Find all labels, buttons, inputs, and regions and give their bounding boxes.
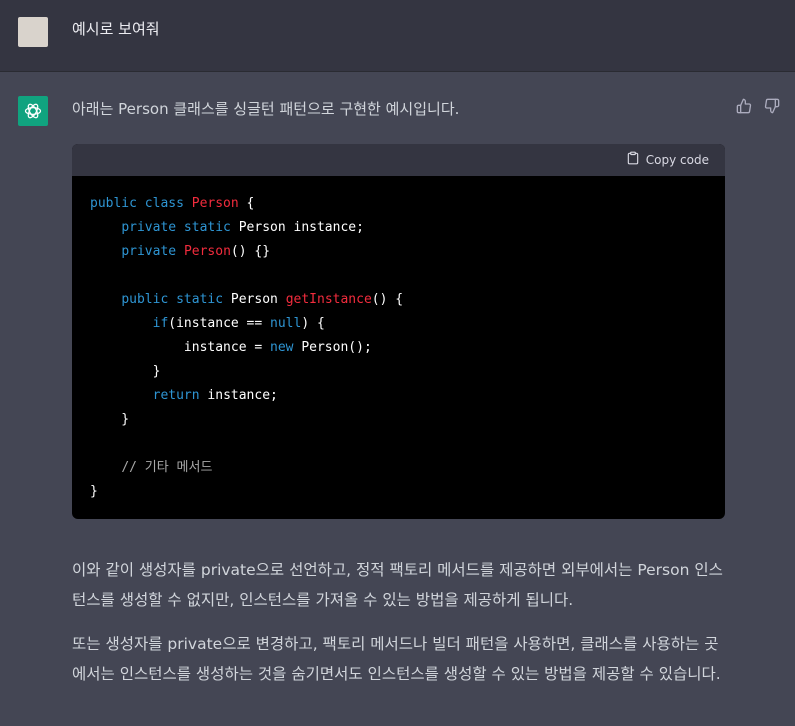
code-line: if(instance == null) { — [90, 312, 707, 336]
code-content: public class Person { private static Per… — [72, 176, 725, 519]
code-token: if — [152, 316, 169, 331]
code-token: return — [152, 388, 208, 403]
code-line: } — [90, 360, 707, 384]
code-token: Person instance; — [238, 220, 364, 235]
clipboard-icon — [626, 151, 640, 168]
code-token: ) { — [301, 316, 325, 331]
code-line: public static Person getInstance() { — [90, 288, 707, 312]
code-line: instance = new Person(); — [90, 336, 707, 360]
code-token: () {} — [230, 244, 271, 259]
code-token: { — [238, 196, 255, 211]
code-token: getInstance — [285, 292, 372, 307]
code-line: } — [90, 480, 707, 504]
code-block: Copy code public class Person { private … — [72, 144, 725, 519]
user-avatar — [18, 17, 48, 47]
code-token: Person — [183, 244, 231, 259]
code-line: } — [90, 408, 707, 432]
thumbs-down-icon[interactable] — [764, 98, 782, 116]
thumbs-up-icon[interactable] — [736, 98, 754, 116]
code-token: private — [121, 244, 184, 259]
user-message-text: 예시로 보여줘 — [72, 20, 160, 38]
code-token: Person — [191, 196, 239, 211]
code-line: private static Person instance; — [90, 216, 707, 240]
code-token: (instance == — [168, 316, 271, 331]
code-token: instance; — [207, 388, 278, 403]
assistant-message-row: 아래는 Person 클래스를 싱글턴 패턴으로 구현한 예시입니다. Copy… — [0, 72, 795, 726]
code-line: private Person() {} — [90, 240, 707, 264]
code-line: // 기타 메서드 — [90, 456, 707, 480]
code-token: null — [270, 316, 302, 331]
code-line: return instance; — [90, 384, 707, 408]
user-message-row: 예시로 보여줘 — [0, 0, 795, 72]
code-token: } — [90, 412, 130, 427]
code-token: public static — [121, 292, 231, 307]
explanation-paragraph-1: 이와 같이 생성자를 private으로 선언하고, 정적 팩토리 메서드를 제… — [72, 561, 723, 609]
code-token: } — [90, 484, 98, 499]
code-token: public class — [90, 196, 192, 211]
code-line: public class Person { — [90, 192, 707, 216]
code-token: () { — [371, 292, 404, 307]
copy-code-button[interactable]: Copy code — [626, 151, 709, 168]
code-token: } — [90, 364, 161, 379]
code-token: // 기타 메서드 — [121, 460, 213, 475]
assistant-intro-text: 아래는 Person 클래스를 싱글턴 패턴으로 구현한 예시입니다. — [72, 100, 460, 118]
code-token: new — [270, 340, 302, 355]
code-token: instance = — [90, 340, 271, 355]
code-block-header: Copy code — [72, 144, 725, 176]
openai-logo-icon — [18, 96, 48, 126]
code-token: private static — [121, 220, 239, 235]
code-token: Person — [230, 292, 286, 307]
code-token: Person(); — [301, 340, 372, 355]
copy-code-label: Copy code — [645, 152, 709, 167]
explanation-paragraph-2: 또는 생성자를 private으로 변경하고, 팩토리 메서드나 빌더 패턴을 … — [72, 635, 721, 683]
